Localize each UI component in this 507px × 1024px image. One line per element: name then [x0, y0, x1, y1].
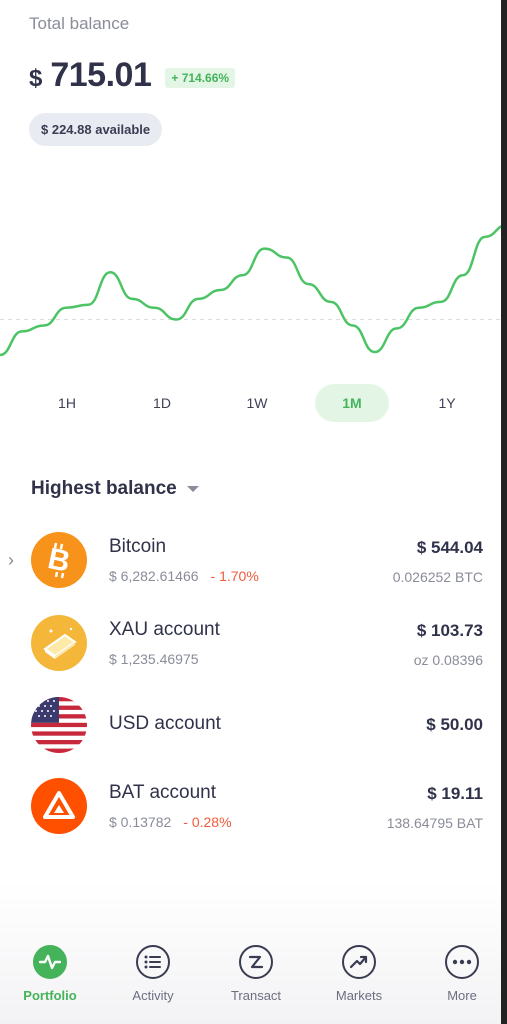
trend-up-icon: [342, 945, 376, 979]
asset-value: $ 103.73: [416, 621, 483, 640]
total-balance-amount: 715.01: [50, 56, 152, 94]
balance-row: $ 715.01 + 714.66%: [29, 56, 236, 95]
balance-line-chart[interactable]: [0, 210, 507, 360]
asset-price-row: $ 0.13782 - 0.28%: [109, 814, 232, 830]
asset-change: - 1.70%: [210, 568, 259, 584]
asset-row-bitcoin[interactable]: B Bitcoin $ 6,282.61466 - 1.70% $ 544.04…: [0, 530, 507, 600]
sort-dropdown[interactable]: Highest balance: [31, 478, 199, 500]
asset-row-bat[interactable]: BAT account $ 0.13782 - 0.28% $ 19.11 13…: [0, 776, 507, 846]
timeframe-1m[interactable]: 1M: [315, 384, 389, 422]
asset-value: $ 50.00: [426, 715, 483, 734]
asset-value: $ 544.04: [416, 538, 483, 557]
tab-label: Activity: [132, 988, 174, 1003]
tab-label: Portfolio: [23, 988, 77, 1003]
more-dots-icon: [445, 945, 479, 979]
tab-label: More: [447, 988, 477, 1003]
asset-value: $ 19.11: [427, 784, 483, 803]
tab-more[interactable]: More: [417, 935, 507, 1003]
timeframe-1y[interactable]: 1Y: [410, 384, 484, 422]
bottom-tab-bar: Portfolio Activity Transact Markets More: [0, 935, 507, 1024]
total-balance-label: Total balance: [29, 14, 130, 33]
available-balance-pill[interactable]: $ 224.88 available: [29, 113, 163, 146]
pulse-icon: [33, 945, 67, 979]
us-flag-icon: [31, 697, 87, 753]
asset-change: - 0.28%: [183, 814, 232, 830]
timeframe-selector: 1H 1D 1W 1M 1Y: [0, 384, 507, 424]
asset-name: XAU account: [109, 619, 220, 640]
asset-row-usd[interactable]: USD account $ 50.00: [0, 695, 507, 765]
list-icon: [136, 945, 170, 979]
timeframe-1d[interactable]: 1D: [125, 384, 199, 422]
chart-series-line: [0, 223, 507, 357]
asset-quantity: 0.026252 BTC: [392, 569, 483, 585]
tab-label: Transact: [230, 988, 282, 1003]
tab-label: Markets: [335, 988, 383, 1003]
window-edge: [501, 0, 507, 1024]
portfolio-screen: Total balance $ 715.01 + 714.66% $ 224.8…: [0, 0, 507, 1024]
tab-activity[interactable]: Activity: [108, 935, 198, 1003]
asset-price-row: $ 1,235.46975: [109, 651, 199, 667]
bat-triangle-icon: [31, 778, 87, 834]
gold-bar-icon: [31, 615, 87, 671]
svg-text:B: B: [45, 542, 73, 579]
currency-symbol: $: [29, 64, 43, 92]
asset-row-xau[interactable]: XAU account $ 1,235.46975 $ 103.73 oz 0.…: [0, 613, 507, 683]
tab-markets[interactable]: Markets: [314, 935, 404, 1003]
timeframe-1w[interactable]: 1W: [220, 384, 294, 422]
asset-name: Bitcoin: [109, 536, 167, 557]
asset-price-row: $ 6,282.61466 - 1.70%: [109, 568, 259, 584]
asset-price: $ 1,235.46975: [109, 651, 199, 667]
timeframe-1h[interactable]: 1H: [30, 384, 104, 422]
transfer-icon: [239, 945, 273, 979]
balance-change-badge: + 714.66%: [165, 67, 236, 88]
asset-name: USD account: [109, 713, 221, 734]
asset-name: BAT account: [109, 782, 217, 803]
asset-price: $ 6,282.61466: [109, 568, 199, 584]
asset-price: $ 0.13782: [109, 814, 172, 830]
asset-quantity: oz 0.08396: [413, 652, 483, 668]
tab-portfolio[interactable]: Portfolio: [5, 935, 95, 1003]
chevron-down-icon: [186, 486, 199, 492]
sort-label: Highest balance: [31, 478, 177, 499]
asset-quantity: 138.64795 BAT: [386, 815, 483, 831]
tab-transact[interactable]: Transact: [211, 935, 301, 1003]
bitcoin-icon: B: [31, 532, 87, 588]
